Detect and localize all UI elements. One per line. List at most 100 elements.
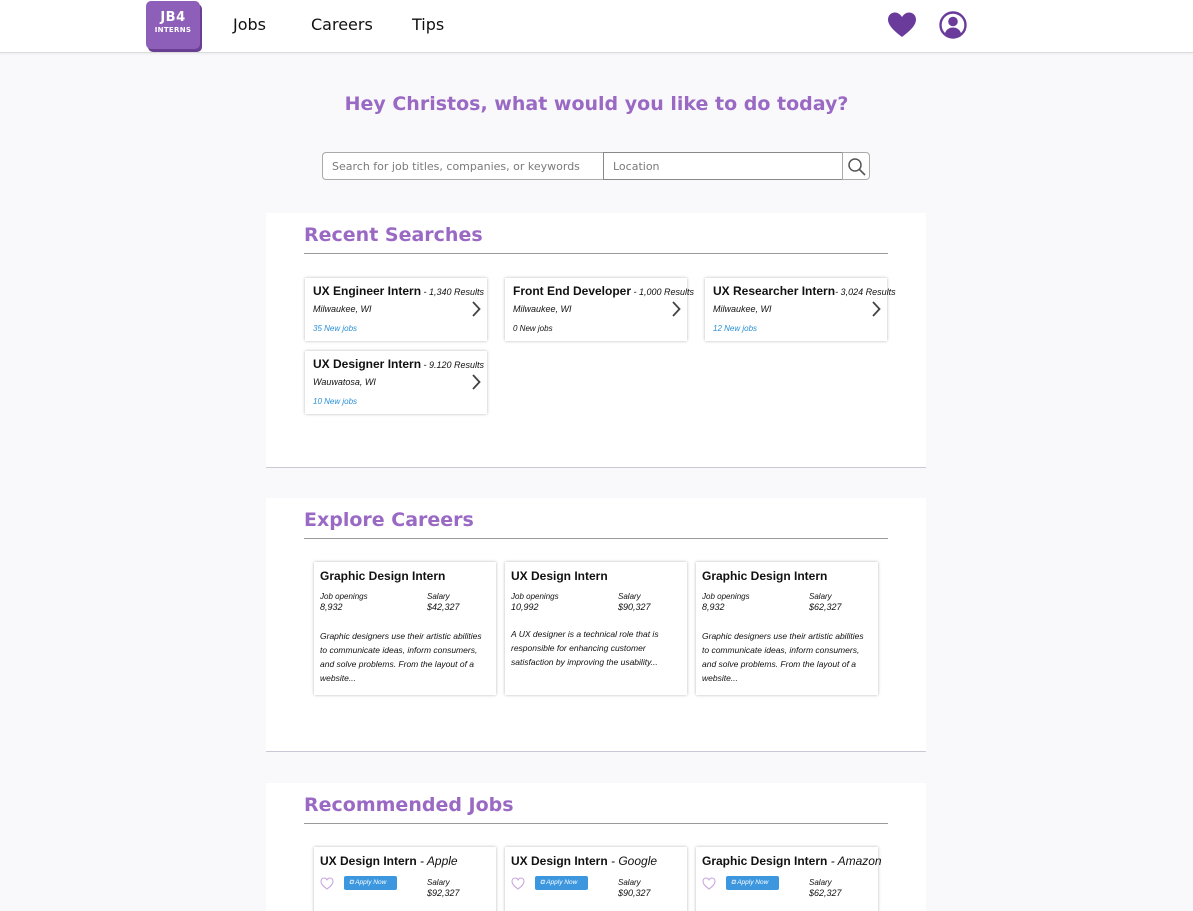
account-icon [939, 11, 967, 39]
section-title: Recent Searches [304, 224, 483, 246]
salary-value: $92,327 [427, 888, 460, 898]
salary-value: $90,327 [618, 602, 651, 612]
recent-search-title: UX Researcher Intern [713, 284, 836, 298]
job-openings-value: 8,932 [320, 602, 343, 612]
job-openings: Job openings 8,932 [702, 592, 750, 612]
logo-line-1: JB4 [160, 10, 186, 25]
top-nav-bar: JB4 INTERNS Jobs Careers Tips [0, 0, 1193, 53]
new-jobs-count: 10 New jobs [313, 397, 358, 406]
divider [304, 253, 888, 254]
favorites-button[interactable] [887, 11, 917, 39]
divider [304, 823, 888, 824]
job-openings-value: 10,992 [511, 602, 539, 612]
save-job-heart-icon[interactable] [702, 877, 716, 890]
job-openings-label: Job openings [702, 592, 750, 601]
job-title: UX Design Intern [511, 854, 608, 868]
keyword-search-input[interactable] [322, 152, 604, 180]
nav-careers[interactable]: Careers [311, 15, 373, 34]
job-openings: Job openings 8,932 [320, 592, 368, 612]
save-job-heart-icon[interactable] [320, 877, 334, 890]
search-icon [848, 158, 866, 176]
career-title: UX Design Intern [511, 569, 608, 583]
heart-icon [888, 12, 916, 37]
job-openings-label: Job openings [320, 592, 368, 601]
recent-search-card[interactable]: UX Engineer Intern - 1,340 Results Milwa… [305, 278, 487, 341]
job-company: - Apple [416, 854, 458, 868]
logo-line-2: INTERNS [154, 26, 192, 34]
salary: Salary $90,327 [618, 878, 651, 898]
apply-now-button[interactable]: ⧉ Apply Now [535, 876, 588, 890]
jb4-interns-logo[interactable]: JB4 INTERNS [146, 1, 200, 49]
job-card[interactable]: UX Design Intern - Apple ⧉ Apply Now Sal… [314, 847, 496, 911]
recent-search-location: Wauwatosa, WI [313, 377, 376, 387]
job-card[interactable]: UX Design Intern - Google ⧉ Apply Now Sa… [505, 847, 687, 911]
recent-search-location: Milwaukee, WI [513, 304, 572, 314]
job-openings-value: 8,932 [702, 602, 725, 612]
apply-now-button[interactable]: ⧉ Apply Now [726, 876, 779, 890]
salary: Salary $92,327 [427, 878, 460, 898]
salary-label: Salary [427, 878, 450, 887]
recent-search-card[interactable]: UX Designer Intern - 9.120 Results Wauwa… [305, 351, 487, 414]
nav-tips[interactable]: Tips [412, 15, 444, 34]
account-button[interactable] [938, 10, 968, 40]
recent-search-card[interactable]: UX Researcher Intern- 3,024 Results Milw… [705, 278, 896, 341]
recommended-jobs-section: Recommended Jobs UX Design Intern - Appl… [266, 783, 926, 911]
career-title: Graphic Design Intern [320, 569, 446, 583]
recent-search-count: - 1,340 Results [421, 287, 485, 297]
job-title: UX Design Intern [320, 854, 417, 868]
salary-value: $42,327 [427, 602, 460, 612]
save-job-heart-icon[interactable] [511, 877, 525, 890]
salary-label: Salary [618, 878, 641, 887]
divider [304, 538, 888, 539]
apply-now-button[interactable]: ⧉ Apply Now [344, 876, 397, 890]
career-card[interactable]: Graphic Design Intern Job openings 8,932 … [696, 562, 878, 695]
section-title: Explore Careers [304, 509, 474, 531]
recent-searches-section: Recent Searches UX Engineer Intern - 1,3… [266, 213, 926, 468]
career-title: Graphic Design Intern [702, 569, 828, 583]
job-openings-label: Job openings [511, 592, 559, 601]
new-jobs-count: 12 New jobs [713, 324, 758, 333]
career-card[interactable]: UX Design Intern Job openings 10,992 Sala… [505, 562, 687, 695]
salary: Salary $62,327 [809, 878, 842, 898]
recent-search-card[interactable]: Front End Developer - 1,000 Results Milw… [505, 278, 694, 341]
chevron-right-icon [672, 301, 681, 317]
recent-search-count: - 1,000 Results [631, 287, 695, 297]
salary: Salary $90,327 [618, 592, 651, 612]
recent-search-count: - 3,024 Results [835, 287, 896, 297]
job-openings: Job openings 10,992 [511, 592, 559, 612]
recent-search-title: Front End Developer [513, 284, 632, 298]
salary-value: $90,327 [618, 888, 651, 898]
job-company: - Amazon [827, 854, 882, 868]
chevron-right-icon [472, 301, 481, 317]
salary: Salary $42,327 [427, 592, 460, 612]
new-jobs-count: 35 New jobs [313, 324, 358, 333]
nav-jobs[interactable]: Jobs [233, 15, 266, 34]
explore-careers-section: Explore Careers Graphic Design Intern Jo… [266, 498, 926, 752]
job-company: - Google [607, 854, 658, 868]
section-title: Recommended Jobs [304, 794, 514, 816]
job-card[interactable]: Graphic Design Intern - Amazon ⧉ Apply N… [696, 847, 882, 911]
career-description: Graphic designers use their artistic abi… [702, 631, 864, 683]
career-description: Graphic designers use their artistic abi… [320, 631, 482, 683]
salary-value: $62,327 [809, 888, 842, 898]
salary-label: Salary [427, 592, 450, 601]
apply-now-label: Apply Now [737, 879, 769, 886]
apply-now-label: Apply Now [355, 879, 387, 886]
greeting-heading: Hey Christos, what would you like to do … [344, 93, 849, 115]
recent-search-count: - 9.120 Results [421, 360, 485, 370]
salary-value: $62,327 [809, 602, 842, 612]
salary-label: Salary [618, 592, 641, 601]
career-card[interactable]: Graphic Design Intern Job openings 8,932 … [314, 562, 496, 695]
recent-search-title: UX Engineer Intern [313, 284, 422, 298]
salary: Salary $62,327 [809, 592, 842, 612]
salary-label: Salary [809, 592, 832, 601]
location-input[interactable] [603, 152, 843, 180]
recent-search-location: Milwaukee, WI [713, 304, 772, 314]
search-button[interactable] [842, 152, 870, 180]
recent-search-title: UX Designer Intern [313, 357, 422, 371]
chevron-right-icon [472, 374, 481, 390]
recent-search-location: Milwaukee, WI [313, 304, 372, 314]
apply-now-label: Apply Now [546, 879, 578, 886]
salary-label: Salary [809, 878, 832, 887]
new-jobs-count: 0 New jobs [513, 324, 553, 333]
